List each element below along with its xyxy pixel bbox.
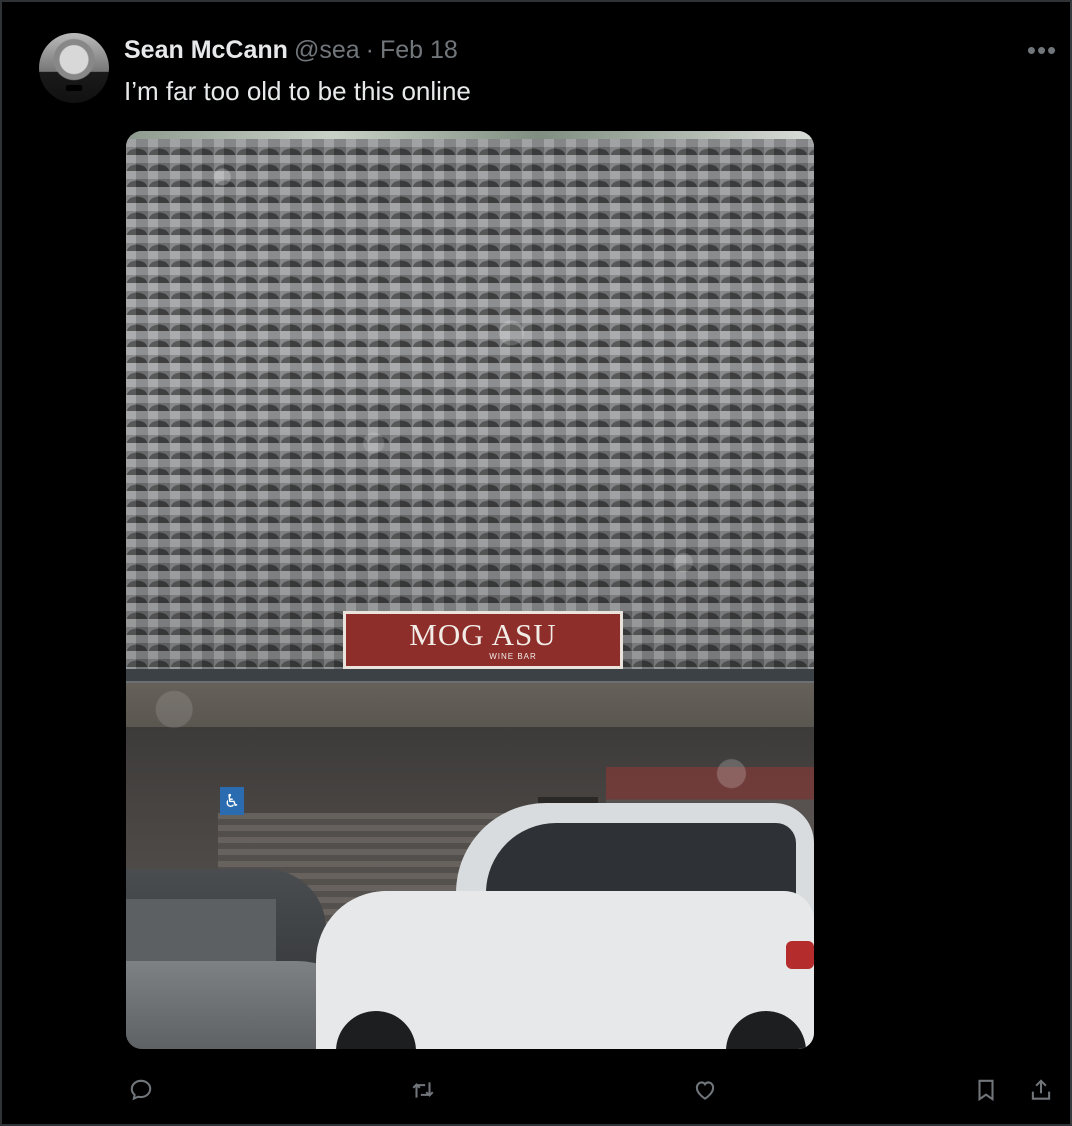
reply-icon [130, 1079, 152, 1101]
photo-white-suv [316, 801, 814, 1049]
store-sign-title: MOG ASU [409, 617, 557, 652]
bookmark-button[interactable] [966, 1070, 1006, 1110]
avatar[interactable] [39, 33, 109, 103]
share-button[interactable] [1021, 1070, 1061, 1110]
accessibility-sign-icon: ♿ [220, 787, 244, 815]
photo-dark-car-rear [126, 899, 276, 969]
tweet-photo[interactable]: MOG ASU WINE BAR ♿ [126, 131, 814, 1049]
photo-gutter [126, 669, 814, 683]
reply-button[interactable] [121, 1070, 161, 1110]
retweet-icon [412, 1082, 434, 1098]
bookmark-icon [978, 1079, 994, 1102]
store-sign-subtitle: WINE BAR [489, 652, 537, 661]
tweet-header: Sean McCann @sea · Feb 18 [124, 34, 458, 66]
more-options-button[interactable]: ••• [1022, 34, 1062, 65]
like-icon [695, 1081, 715, 1100]
share-icon [1031, 1079, 1051, 1100]
author-handle[interactable]: @sea [294, 34, 360, 66]
header-separator: · [365, 36, 374, 64]
tweet-actions [2, 1070, 1070, 1110]
retweet-button[interactable] [403, 1070, 443, 1110]
author-name[interactable]: Sean McCann [124, 34, 288, 66]
tweet-card[interactable]: Sean McCann @sea · Feb 18 ••• I’m far to… [0, 0, 1072, 1126]
photo-tile-roof [126, 139, 814, 669]
store-sign: MOG ASU WINE BAR [343, 611, 623, 669]
tweet-date[interactable]: Feb 18 [380, 34, 458, 66]
like-button[interactable] [685, 1070, 725, 1110]
tweet-text: I’m far too old to be this online [124, 76, 471, 106]
avatar-bowtie [66, 85, 82, 91]
photo-fascia [126, 683, 814, 727]
more-icon: ••• [1026, 34, 1058, 65]
suv-taillight [786, 941, 814, 969]
